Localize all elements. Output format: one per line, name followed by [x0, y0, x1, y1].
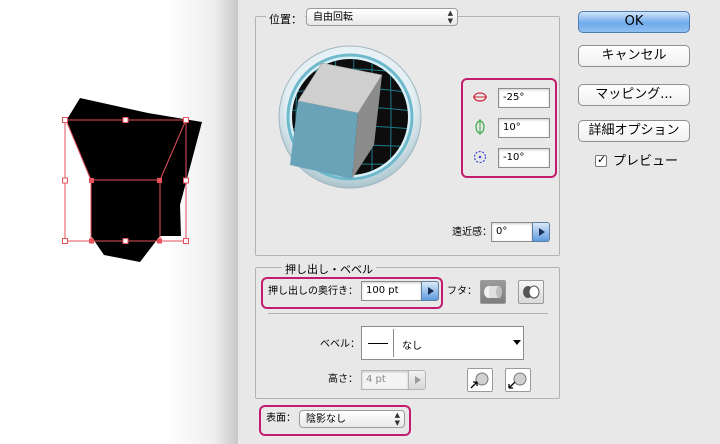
- bevel-dropdown-button[interactable]: [510, 326, 524, 360]
- height-slider-button[interactable]: [408, 370, 426, 390]
- bevel-out-icon: [470, 372, 489, 389]
- perspective-input[interactable]: 0°: [491, 222, 533, 242]
- position-value: 自由回転: [313, 12, 353, 23]
- handle-bottom-right[interactable]: [183, 238, 189, 244]
- bevel-in-button[interactable]: [505, 368, 531, 392]
- handle-middle-right[interactable]: [183, 177, 189, 184]
- ok-button[interactable]: OK: [578, 11, 690, 33]
- cap-on-icon: [484, 286, 502, 298]
- handle-bottom-center[interactable]: [122, 238, 129, 244]
- perspective-slider-button[interactable]: [532, 222, 550, 242]
- depth-input[interactable]: 100 pt: [361, 281, 422, 301]
- perspective-label: 遠近感：: [452, 227, 492, 238]
- y-axis-rotate-icon: [475, 119, 485, 135]
- depth-label: 押し出しの奥行き：: [268, 286, 358, 297]
- handle-top-center[interactable]: [122, 117, 129, 123]
- updown-arrows-icon: ▲ ▼: [394, 411, 400, 427]
- bevel-out-button[interactable]: [467, 368, 493, 392]
- cap-on-button[interactable]: [480, 280, 506, 304]
- surface-label: 表面：: [266, 413, 296, 424]
- anchor-point[interactable]: [89, 178, 94, 183]
- anchor-point[interactable]: [157, 238, 162, 244]
- handle-top-right[interactable]: [183, 117, 189, 123]
- cap-off-button[interactable]: [518, 280, 544, 304]
- anchor-point[interactable]: [89, 238, 94, 244]
- handle-bottom-left[interactable]: [62, 238, 68, 244]
- bevel-value: なし: [402, 341, 422, 352]
- cap-label: フタ：: [447, 286, 477, 297]
- z-axis-rotate-icon: [473, 150, 487, 164]
- bevel-select[interactable]: なし: [361, 326, 511, 360]
- preview-label: プレビュー: [613, 154, 679, 169]
- preview-checkbox[interactable]: ✓: [595, 153, 607, 167]
- selected-shape[interactable]: [0, 0, 238, 444]
- mapping-button[interactable]: マッピング...: [578, 84, 690, 106]
- surface-select[interactable]: 陰影なし ▲ ▼: [299, 410, 405, 428]
- x-axis-rotate-icon: [473, 92, 487, 102]
- updown-arrows-icon: ▲ ▼: [447, 9, 453, 25]
- x-rotation-input[interactable]: -25°: [498, 88, 550, 108]
- more-options-button[interactable]: 詳細オプション: [578, 120, 690, 142]
- anchor-point[interactable]: [157, 178, 162, 183]
- height-label: 高さ：: [328, 374, 358, 385]
- divider: [268, 313, 548, 314]
- position-select[interactable]: 自由回転 ▲ ▼: [306, 8, 458, 26]
- handle-top-left[interactable]: [62, 117, 68, 123]
- rotation-trackball[interactable]: [278, 45, 422, 189]
- chevron-down-icon: [513, 340, 521, 345]
- bevel-label: ベベル：: [320, 339, 360, 350]
- height-input[interactable]: 4 pt: [361, 370, 409, 390]
- artboard-canvas: [0, 0, 238, 444]
- handle-middle-left[interactable]: [62, 177, 68, 184]
- surface-value: 陰影なし: [306, 414, 346, 425]
- z-rotation-input[interactable]: -10°: [498, 148, 550, 168]
- cancel-button[interactable]: キャンセル: [578, 45, 690, 67]
- extrude-bevel-dialog: 位置： 自由回転 ▲ ▼ -25° 10° -10° 遠近感： 0° 押し出し・…: [238, 0, 720, 444]
- y-rotation-input[interactable]: 10°: [498, 118, 550, 138]
- cap-off-icon: [523, 285, 540, 299]
- checkbox-checked-icon: ✓: [597, 153, 607, 166]
- position-label: 位置：: [266, 11, 305, 27]
- bevel-in-icon: [508, 372, 527, 389]
- depth-slider-button[interactable]: [421, 281, 439, 301]
- bevel-preview: [364, 329, 394, 357]
- extrude-section-title: 押し出し・ベベル: [282, 261, 376, 277]
